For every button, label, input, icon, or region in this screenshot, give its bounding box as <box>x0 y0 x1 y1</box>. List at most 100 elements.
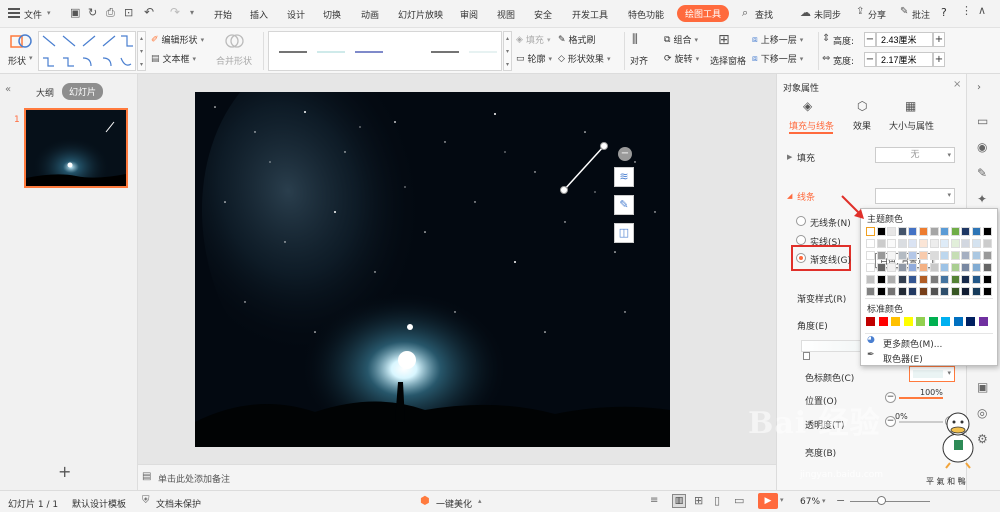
line-color-dropdown[interactable]: ▾ <box>875 188 955 204</box>
standard-color-swatch[interactable] <box>916 317 925 326</box>
theme-color-swatch[interactable] <box>940 287 950 296</box>
theme-color-swatch[interactable] <box>972 251 981 260</box>
width-decrease-button[interactable]: − <box>864 52 876 67</box>
theme-color-swatch[interactable] <box>876 275 886 284</box>
theme-color-swatch[interactable] <box>961 227 971 236</box>
standard-color-swatch[interactable] <box>966 317 975 326</box>
theme-color-swatch[interactable] <box>919 263 928 272</box>
theme-color-swatch[interactable] <box>972 263 981 272</box>
height-input[interactable] <box>876 32 933 47</box>
bring-forward-button[interactable]: ⧈ 上移一层 ▾ <box>752 33 803 47</box>
expand-icon[interactable]: ▶ <box>787 153 792 161</box>
align-button[interactable]: 对齐 <box>630 54 648 67</box>
tab-slideshow[interactable]: 幻灯片放映 <box>398 8 443 21</box>
normal-view-icon[interactable]: ▥ <box>672 494 686 508</box>
shape-label[interactable]: 形状 <box>8 54 26 67</box>
chevron-down-icon[interactable]: ▾ <box>47 9 51 17</box>
location-icon[interactable]: ◉ <box>977 140 987 154</box>
theme-color-swatch[interactable] <box>929 251 939 260</box>
theme-color-swatch[interactable] <box>929 263 939 272</box>
tab-features[interactable]: 特色功能 <box>628 8 664 21</box>
outline-button[interactable]: ▭ 轮廓 ▾ <box>516 52 552 66</box>
tab-developer[interactable]: 开发工具 <box>572 8 608 21</box>
select-icon[interactable]: ▭ <box>977 114 988 128</box>
help-button[interactable]: ? <box>941 6 947 19</box>
gallery-scroll[interactable]: ▴ ▾ ▾ <box>137 31 146 71</box>
preview-icon[interactable]: ⊡ <box>124 6 133 19</box>
theme-color-swatch[interactable] <box>897 227 907 236</box>
standard-color-swatch[interactable] <box>878 317 888 326</box>
theme-color-swatch[interactable] <box>961 275 971 284</box>
standard-color-swatch[interactable] <box>866 317 875 326</box>
theme-color-swatch[interactable] <box>961 287 971 296</box>
notes-view-icon[interactable]: ▭ <box>734 494 744 507</box>
tab-design[interactable]: 设计 <box>287 8 305 21</box>
theme-color-swatch[interactable] <box>961 263 971 272</box>
fill-dropdown[interactable]: 无 ▾ <box>875 147 955 163</box>
sync-status[interactable]: 未同步 <box>814 8 841 21</box>
collapse-ribbon-icon[interactable]: ∧ <box>978 4 986 17</box>
standard-color-swatch[interactable] <box>978 317 988 326</box>
shape-effect-button[interactable]: ◇ 形状效果 ▾ <box>558 52 610 66</box>
zoom-slider-thumb[interactable] <box>877 496 886 505</box>
search-button[interactable]: 查找 <box>755 8 773 21</box>
theme-color-swatch[interactable] <box>929 287 939 296</box>
theme-color-swatch[interactable] <box>919 239 928 248</box>
tab-review[interactable]: 审阅 <box>460 8 478 21</box>
properties-icon[interactable]: ✎ <box>977 166 987 180</box>
theme-color-swatch[interactable] <box>866 287 875 296</box>
play-slideshow-button[interactable]: ▶ <box>758 493 778 509</box>
theme-color-swatch[interactable] <box>876 239 886 248</box>
share-icon[interactable]: ⇪ <box>856 6 864 17</box>
merge-shape-button[interactable]: 合并形状 <box>216 54 252 67</box>
chevron-down-icon[interactable]: ▾ <box>29 54 33 62</box>
theme-color-swatch[interactable] <box>982 251 992 260</box>
position-decrease-button[interactable]: − <box>885 392 896 403</box>
send-backward-button[interactable]: ⧈ 下移一层 ▾ <box>752 52 803 66</box>
zoom-slider[interactable] <box>850 501 930 502</box>
no-line-radio[interactable] <box>796 216 806 226</box>
width-input[interactable] <box>876 52 933 67</box>
one-click-beautify[interactable]: 一键美化 <box>436 497 472 510</box>
notes-placeholder[interactable]: 单击此处添加备注 <box>158 472 230 485</box>
tab-outline[interactable]: 大纲 <box>36 86 54 99</box>
tab-effect[interactable]: 效果 <box>853 119 871 132</box>
theme-color-swatch[interactable] <box>982 263 992 272</box>
theme-color-swatch[interactable] <box>908 227 918 236</box>
theme-color-swatch[interactable] <box>982 239 992 248</box>
shape-icon[interactable] <box>10 32 32 52</box>
theme-color-swatch[interactable] <box>876 227 886 236</box>
theme-color-swatch[interactable] <box>950 275 960 284</box>
rotate-button[interactable]: ⟳ 旋转 ▾ <box>664 52 699 66</box>
text-box-button[interactable]: ▤ 文本框 ▾ <box>151 52 196 66</box>
tab-view[interactable]: 视图 <box>497 8 515 21</box>
theme-color-swatch[interactable] <box>887 287 897 296</box>
theme-color-swatch[interactable] <box>972 227 981 236</box>
more-icon[interactable]: ▾ <box>190 8 194 17</box>
redo-icon[interactable]: ↷ <box>170 5 180 19</box>
theme-color-swatch[interactable] <box>897 239 907 248</box>
zoom-out-button[interactable]: − <box>836 494 845 507</box>
theme-color-swatch[interactable] <box>972 287 981 296</box>
selected-line-shape[interactable] <box>555 138 615 198</box>
chevron-down-icon[interactable]: ▾ <box>780 496 784 504</box>
notes-toggle-icon[interactable]: ≡ <box>650 495 658 506</box>
line-style-gallery[interactable] <box>268 31 502 71</box>
style-gallery-scroll[interactable]: ▴ ▾ ▾ <box>503 31 512 71</box>
width-increase-button[interactable]: + <box>933 52 945 67</box>
eyedropper-item[interactable]: 取色器(E) <box>883 352 923 365</box>
collapse-panel-icon[interactable]: « <box>5 84 11 95</box>
pen-icon[interactable]: ✎ <box>614 195 634 215</box>
edit-shape-button[interactable]: ✐ 编辑形状 ▾ <box>151 33 204 47</box>
height-decrease-button[interactable]: − <box>864 32 876 47</box>
comment-button[interactable]: 批注 <box>912 8 930 21</box>
more-options-icon[interactable]: ⋮ <box>961 4 972 17</box>
theme-color-swatch[interactable] <box>982 287 992 296</box>
theme-color-swatch[interactable] <box>919 287 928 296</box>
theme-color-swatch[interactable] <box>950 263 960 272</box>
reading-view-icon[interactable]: ▯ <box>714 494 720 507</box>
search-icon[interactable]: ⌕ <box>742 6 748 20</box>
add-slide-button[interactable]: + <box>58 462 71 481</box>
tab-fill-line[interactable]: 填充与线条 <box>789 119 834 132</box>
picture-icon[interactable]: ▣ <box>977 380 988 394</box>
